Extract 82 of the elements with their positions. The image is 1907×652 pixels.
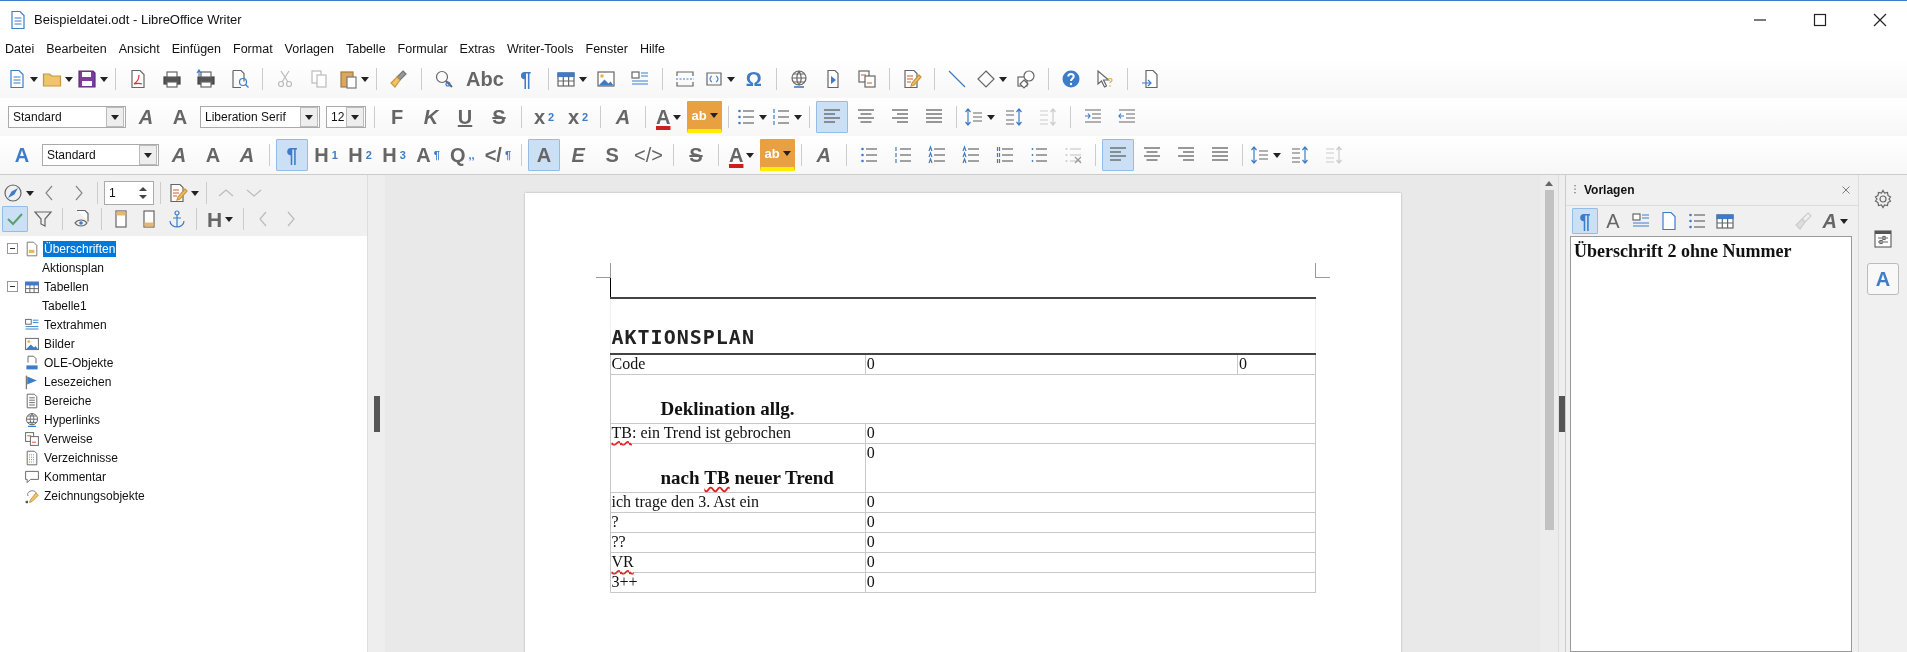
special-character-button[interactable]: Ω [737,63,770,95]
tree-item[interactable]: Kommentar [43,468,108,485]
italic-button[interactable]: K [415,101,447,133]
menu-item[interactable]: Hilfe [634,42,672,56]
menu-item[interactable]: Einfügen [166,42,228,56]
table-cell: ich trage den 3. Ast ein [611,493,759,510]
table-cell: 0 [866,424,875,441]
table-cell: 0 [866,533,875,550]
update-style-button[interactable]: A [130,101,162,133]
source-text-button[interactable]: </> [630,139,667,171]
table-cell: ? [611,513,619,530]
menu-item[interactable]: Extras [454,42,503,56]
default-character-button[interactable]: A [528,139,561,171]
tree-item[interactable]: Aktionsplan [41,259,106,276]
table-cell: 0 [866,493,875,510]
tree-item[interactable]: Verzeichnisse [43,449,120,466]
strikethrough-button[interactable]: S [483,101,515,133]
window-title: Beispieldatei.odt - LibreOffice Writer [34,12,242,27]
table-cell: 0 [1238,355,1247,372]
font-name-dropdown[interactable]: Liberation Serif [200,106,320,128]
styles-deck-tab[interactable]: A [1867,263,1899,295]
table-cell: TB: ein Trend ist gebrochen [611,424,792,441]
table-cell: 0 [866,513,875,530]
table-cell: VR [611,553,634,570]
menu-item[interactable]: Format [228,42,280,56]
bold-button[interactable]: F [381,101,413,133]
page-number-field[interactable]: 1 [104,181,154,205]
tree-item[interactable]: Überschriften [43,240,117,257]
table-heading: nach TB neuer Trend [660,467,834,489]
style-item[interactable]: Überschrift 2 ohne Nummer [1574,241,1848,262]
font-size-dropdown[interactable]: 12 [326,106,366,128]
tree-item[interactable]: Verweise [43,430,94,447]
menu-item[interactable]: Datei [0,42,42,56]
table-cell: 0 [866,444,875,461]
table-cell: 0 [866,553,875,570]
menu-item[interactable]: Formular [392,42,455,56]
menu-item[interactable]: Writer-Tools [502,42,581,56]
tree-item[interactable]: Hyperlinks [43,411,101,428]
formatting-marks-button[interactable]: ¶ [509,63,542,95]
table-cell: 3++ [611,573,638,590]
table-cell: Code [611,355,646,372]
tree-item[interactable]: Bilder [43,335,76,352]
font-color-button[interactable]: A [652,101,686,133]
default-paragraph-button[interactable]: ¶ [276,139,308,171]
menu-item[interactable]: Bearbeiten [41,42,114,56]
tree-item[interactable]: Lesezeichen [43,373,113,390]
tree-item[interactable]: Tabelle1 [41,297,88,314]
spelling-button[interactable]: Abc [462,63,508,95]
tree-item[interactable]: OLE-Objekte [43,354,115,371]
clear-formatting-button[interactable]: A [607,101,639,133]
style-category-button[interactable]: ¶ [1572,208,1598,234]
table-cell: 0 [866,573,875,590]
panel-title: Vorlagen [1584,183,1635,197]
menu-item[interactable]: Fenster [580,42,635,56]
document-title: AKTIONSPLAN [611,325,755,349]
new-style-button[interactable]: A [1818,208,1852,234]
strong-emphasis-button[interactable]: S [596,139,629,171]
clear-formatting-button[interactable]: A [807,139,840,171]
new-style-button[interactable]: A [197,139,229,171]
tree-item[interactable]: Bereiche [43,392,93,409]
table-cell: ?? [611,533,626,550]
font-color-button[interactable]: A [725,139,759,171]
update-style-button[interactable]: A [163,139,195,171]
menu-item[interactable]: Ansicht [113,42,167,56]
menu-item[interactable]: Vorlagen [279,42,341,56]
table-heading: Deklination allg. [660,398,795,420]
strikethrough-button[interactable]: S [680,139,712,171]
paragraph-style-dropdown[interactable]: Standard [42,144,159,166]
table-cell: 0 [866,355,875,372]
edit-style-button[interactable]: A [231,139,263,171]
underline-button[interactable]: U [449,101,481,133]
tree-item[interactable]: Zeichnungsobjekte [43,487,146,504]
emphasis-button[interactable]: E [562,139,595,171]
paragraph-style-dropdown[interactable]: Standard [8,106,126,128]
style-category-button[interactable]: A [1600,208,1626,234]
new-style-button[interactable]: A [164,101,196,133]
tree-item[interactable]: Textrahmen [43,316,108,333]
styles-button[interactable]: A [6,139,38,171]
superscript-button[interactable]: x$^{2}$ [528,101,560,133]
heading-levels-button[interactable]: H [203,206,238,232]
tree-item[interactable]: Tabellen [43,278,90,295]
menu-item[interactable]: Tabelle [340,42,393,56]
